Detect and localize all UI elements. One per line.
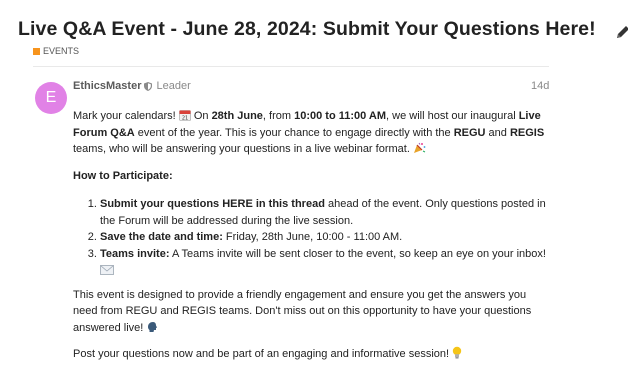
- final-text: Post your questions now and be part of a…: [73, 348, 453, 360]
- list-item: Save the date and time: Friday, 28th Jun…: [100, 229, 553, 246]
- team-name: REGIS: [509, 126, 545, 139]
- category-color-swatch: [33, 47, 40, 55]
- event-time: 10:00 to 11:00 AM: [294, 110, 387, 122]
- svg-text:21: 21: [182, 116, 188, 122]
- username[interactable]: EthicsMaster: [73, 80, 141, 92]
- avatar[interactable]: E: [35, 82, 67, 114]
- user-title: Leader: [156, 80, 191, 92]
- step-text: Friday, 28th June, 10:00 - 11:00 AM.: [222, 231, 403, 243]
- category-label: EVENTS: [43, 46, 80, 56]
- post-meta: EthicsMaster Leader: [73, 80, 191, 92]
- intro-text: Mark your calendars!: [73, 110, 179, 122]
- shield-icon: [144, 81, 153, 91]
- lightbulb-icon: [452, 346, 462, 359]
- topic-title: Live Q&A Event - June 28, 2024: Submit Y…: [18, 18, 596, 40]
- closing-paragraph: This event is designed to provide a frie…: [73, 287, 553, 337]
- how-to-heading: How to Participate:: [73, 169, 173, 182]
- intro-text: , from: [262, 110, 295, 122]
- intro-text: , we will host our inaugural: [386, 110, 519, 122]
- intro-text: event of the year. This is your chance t…: [134, 126, 454, 139]
- post-body: Mark your calendars! 21 On 28th June, fr…: [73, 108, 553, 363]
- intro-paragraph: Mark your calendars! 21 On 28th June, fr…: [73, 108, 553, 158]
- calendar-icon: 21: [178, 110, 191, 122]
- list-item: Teams invite: A Teams invite will be sen…: [100, 246, 553, 279]
- category-badge[interactable]: EVENTS: [33, 46, 79, 56]
- step-title: Submit your questions HERE in this threa…: [100, 198, 325, 210]
- step-text: A Teams invite will be sent closer to th…: [169, 247, 546, 260]
- list-item: Submit your questions HERE in this threa…: [100, 196, 553, 229]
- post-date[interactable]: 14d: [531, 80, 549, 92]
- intro-text: teams, who will be answering your questi…: [73, 143, 413, 155]
- event-date: 28th June: [211, 110, 263, 122]
- intro-text: On: [190, 110, 212, 122]
- divider: [33, 66, 549, 67]
- team-name: REGU: [453, 126, 486, 139]
- intro-text: and: [485, 126, 510, 139]
- avatar-letter: E: [45, 89, 57, 106]
- steps-list: Submit your questions HERE in this threa…: [73, 196, 553, 279]
- closing-text: This event is designed to provide a frie…: [73, 288, 532, 334]
- step-title: Save the date and time:: [100, 231, 223, 243]
- party-popper-icon: [413, 142, 426, 153]
- pencil-icon[interactable]: [615, 24, 628, 40]
- step-title: Teams invite:: [100, 247, 170, 260]
- speaking-head-icon: [148, 321, 158, 332]
- envelope-icon: [100, 265, 114, 275]
- final-paragraph: Post your questions now and be part of a…: [73, 346, 553, 363]
